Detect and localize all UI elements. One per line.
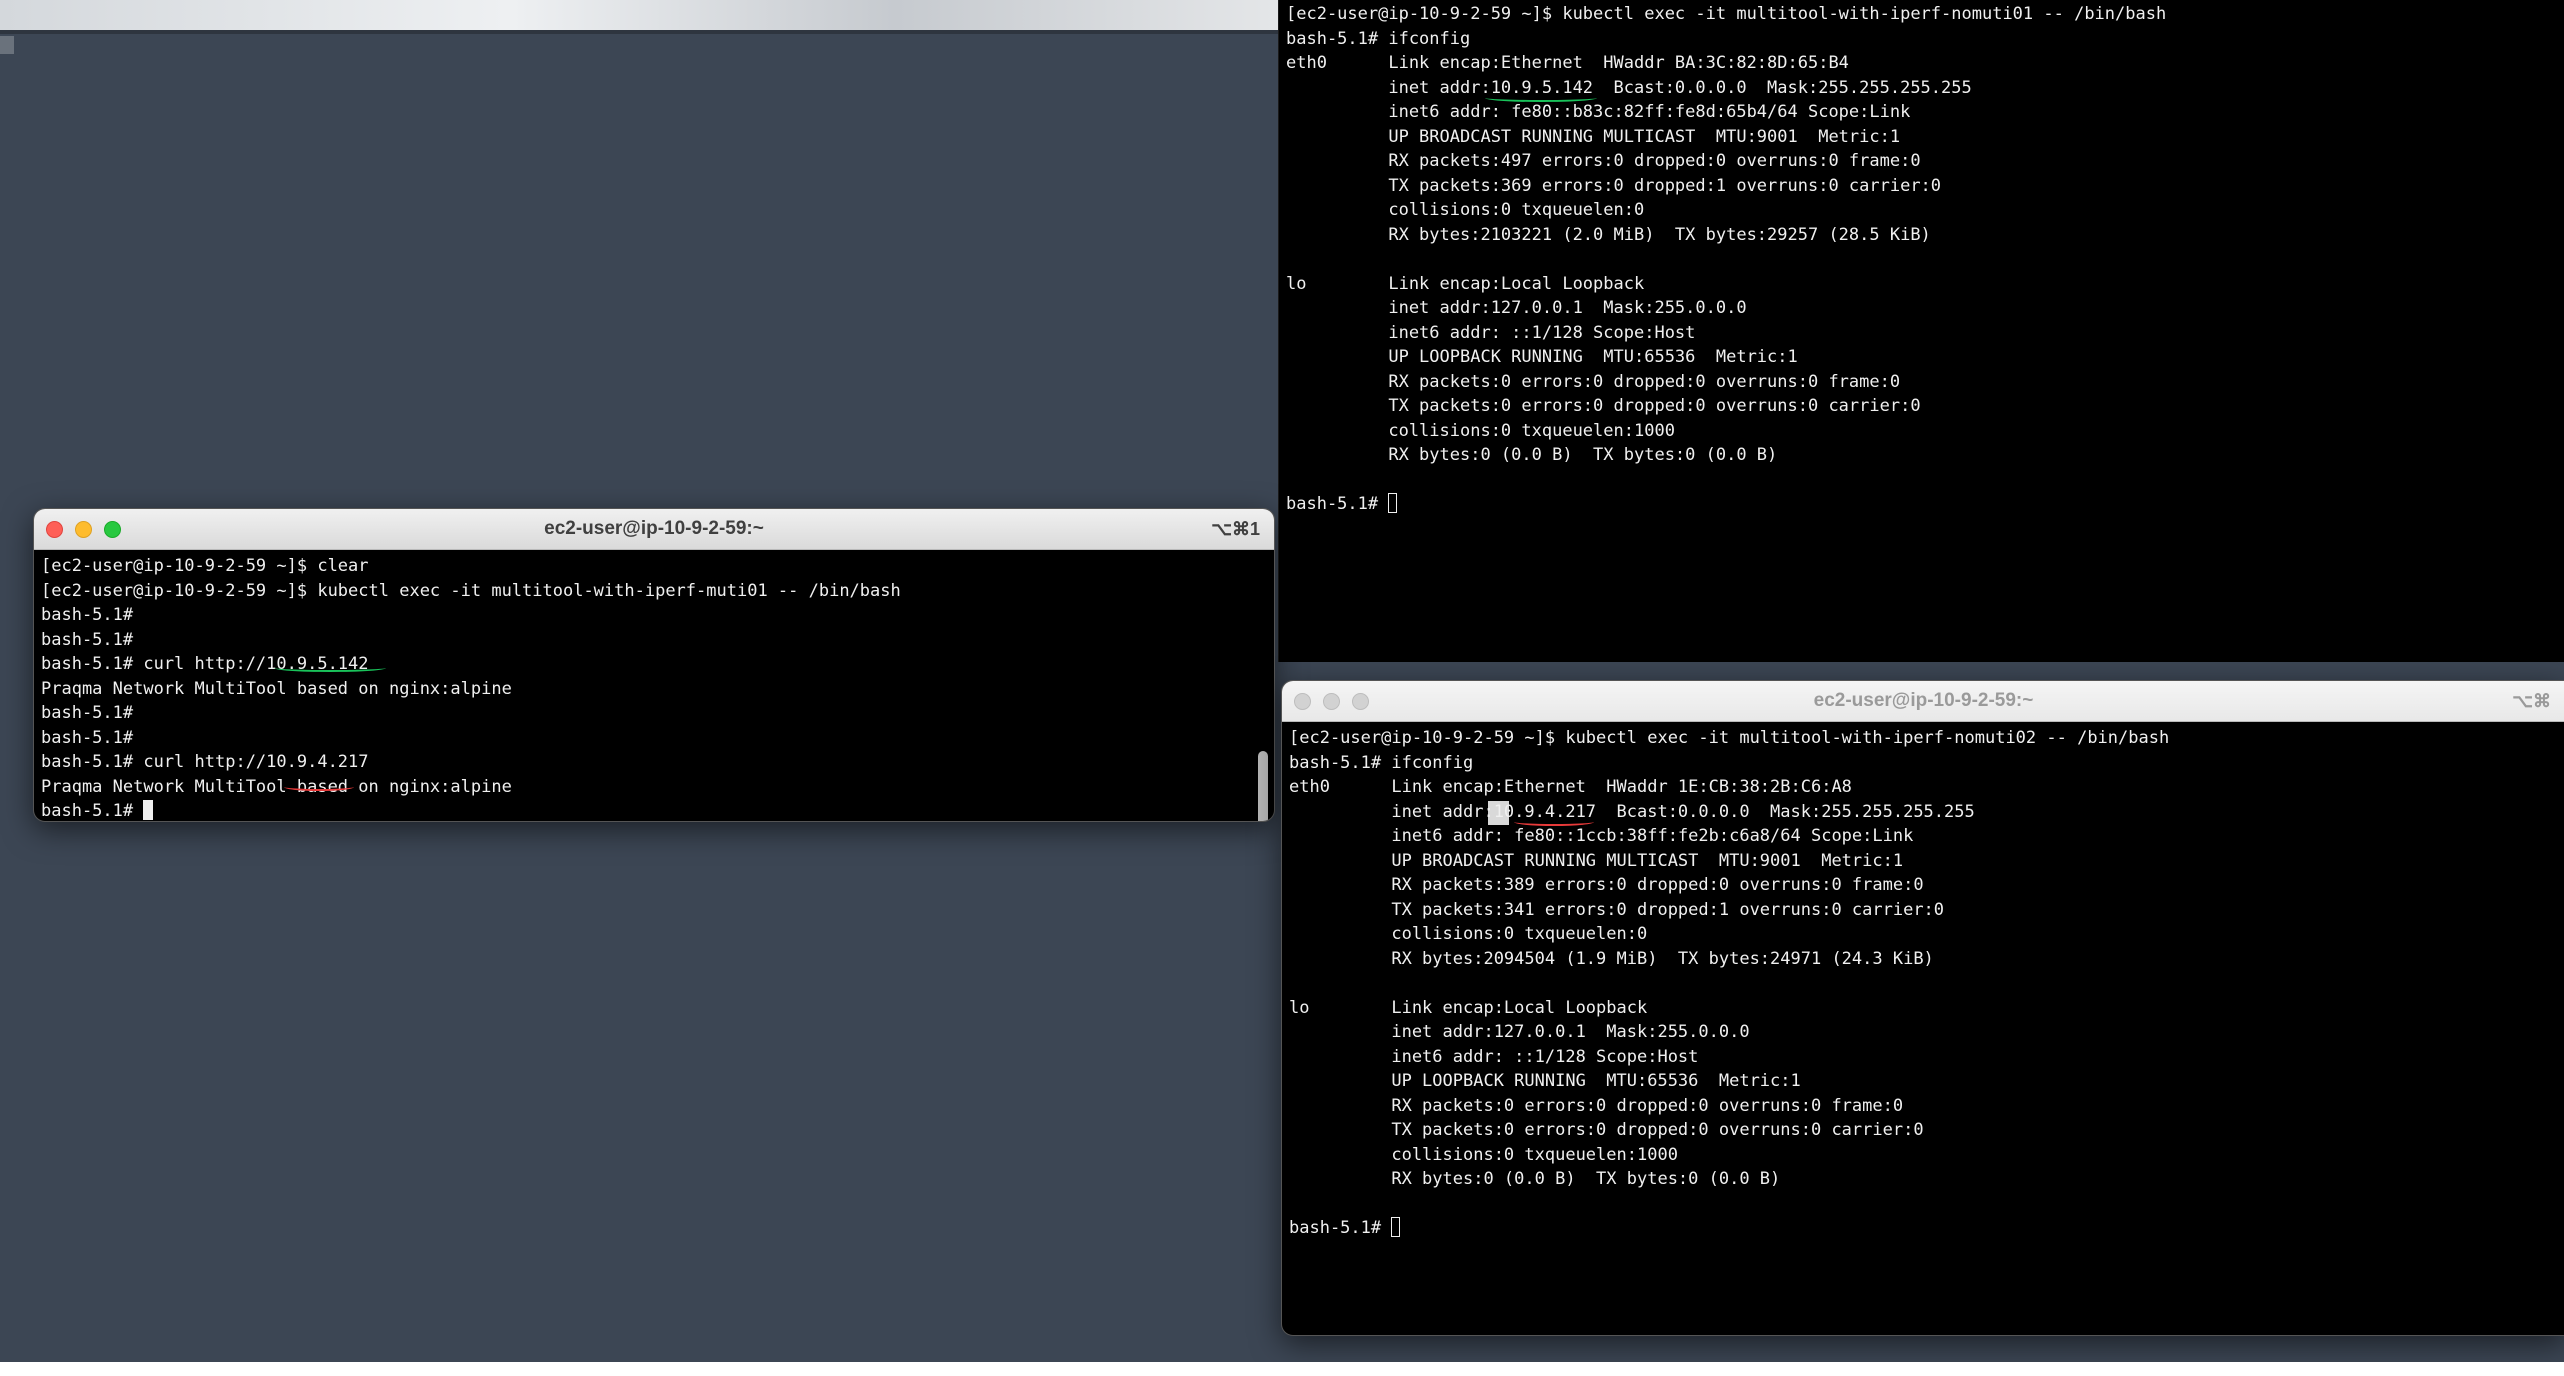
terminal-line: RX bytes:0 (0.0 B) TX bytes:0 (0.0 B) bbox=[1286, 445, 1778, 465]
terminal-line: RX packets:0 errors:0 dropped:0 overruns… bbox=[1289, 1095, 1904, 1116]
background-window-fragment bbox=[0, 36, 14, 54]
terminal-prompt-line[interactable]: bash-5.1# bbox=[1289, 1216, 2564, 1241]
terminal-line: UP BROADCAST RUNNING MULTICAST MTU:9001 … bbox=[1289, 850, 1904, 871]
terminal-line: collisions:0 txqueuelen:0 bbox=[1286, 200, 1655, 220]
window-title-bar[interactable]: ec2-user@ip-10-9-2-59:~ ⌥⌘1 bbox=[34, 509, 1274, 550]
terminal-line: bash-5.1# bbox=[41, 629, 144, 650]
terminal-line: UP LOOPBACK RUNNING MTU:65536 Metric:1 bbox=[1286, 347, 1798, 367]
terminal-window-top-right[interactable]: [ec2-user@ip-10-9-2-59 ~]$ kubectl exec … bbox=[1278, 0, 2564, 662]
text-cursor bbox=[1388, 493, 1398, 513]
desktop-bottom-edge bbox=[0, 1362, 2564, 1376]
terminal-line: inet6 addr: fe80::1ccb:38ff:fe2b:c6a8/64… bbox=[1289, 826, 1914, 846]
terminal-line: collisions:0 txqueuelen:1000 bbox=[1289, 1144, 1689, 1165]
terminal-line: collisions:0 txqueuelen:0 bbox=[1289, 924, 1658, 944]
terminal-line: RX bytes:0 (0.0 B) TX bytes:0 (0.0 B) bbox=[1289, 1169, 1781, 1189]
window-shortcut-badge: ⌥⌘1 bbox=[1211, 519, 1260, 539]
terminal-line: RX packets:389 errors:0 dropped:0 overru… bbox=[1289, 875, 1924, 895]
terminal-line: [ec2-user@ip-10-9-2-59 ~]$ kubectl exec … bbox=[1289, 728, 2170, 748]
terminal-line: inet addr:127.0.0.1 Mask:255.0.0.0 bbox=[1289, 1022, 1750, 1042]
red-underline-annotation bbox=[1514, 818, 1594, 826]
terminal-line: inet addr:127.0.0.1 Mask:255.0.0.0 bbox=[1286, 298, 1747, 318]
window-title: ec2-user@ip-10-9-2-59:~ bbox=[544, 518, 764, 539]
terminal-line: bash-5.1# ifconfig bbox=[1289, 752, 1474, 773]
shell-prompt: bash-5.1# bbox=[41, 801, 144, 821]
terminal-line: inet6 addr: ::1/128 Scope:Host bbox=[1286, 322, 1696, 343]
background-window-strip bbox=[0, 0, 1278, 30]
terminal-line: TX packets:341 errors:0 dropped:1 overru… bbox=[1289, 899, 1945, 920]
text-cursor bbox=[143, 800, 154, 820]
terminal-output[interactable]: [ec2-user@ip-10-9-2-59 ~]$ clear [ec2-use… bbox=[34, 550, 1274, 821]
red-underline-annotation bbox=[284, 783, 354, 791]
green-underline-annotation bbox=[274, 664, 386, 672]
terminal-line: bash-5.1# curl http://10.9.5.142 bbox=[41, 654, 369, 674]
terminal-line: inet6 addr: fe80::b83c:82ff:fe8d:65b4/64… bbox=[1286, 102, 1911, 122]
terminal-line: UP BROADCAST RUNNING MULTICAST MTU:9001 … bbox=[1286, 126, 1901, 147]
terminal-line: RX bytes:2094504 (1.9 MiB) TX bytes:2497… bbox=[1289, 948, 1934, 969]
window-shortcut-badge: ⌥⌘ bbox=[2512, 691, 2551, 711]
terminal-line: inet addr:10.9.4.217 Bcast:0.0.0.0 Mask:… bbox=[1289, 801, 1975, 822]
terminal-prompt-line[interactable]: bash-5.1# bbox=[41, 799, 1274, 821]
terminal-line: bash-5.1# ifconfig bbox=[1286, 28, 1471, 49]
terminal-line: RX packets:0 errors:0 dropped:0 overruns… bbox=[1286, 371, 1901, 392]
terminal-output[interactable]: [ec2-user@ip-10-9-2-59 ~]$ kubectl exec … bbox=[1282, 722, 2564, 1241]
terminal-line: [ec2-user@ip-10-9-2-59 ~]$ kubectl exec … bbox=[41, 580, 901, 601]
terminal-line: [ec2-user@ip-10-9-2-59 ~]$ clear bbox=[41, 556, 369, 576]
terminal-line: RX packets:497 errors:0 dropped:0 overru… bbox=[1286, 151, 1921, 171]
terminal-line: TX packets:0 errors:0 dropped:0 overruns… bbox=[1286, 396, 1921, 416]
terminal-line: TX packets:369 errors:0 dropped:1 overru… bbox=[1286, 175, 1942, 196]
terminal-line: Praqma Network MultiTool based on nginx:… bbox=[41, 776, 512, 797]
terminal-line: UP LOOPBACK RUNNING MTU:65536 Metric:1 bbox=[1289, 1071, 1801, 1091]
terminal-line: eth0 Link encap:Ethernet HWaddr BA:3C:82… bbox=[1286, 53, 1870, 73]
background-window-shadow bbox=[0, 30, 1278, 34]
terminal-scrollbar[interactable] bbox=[1256, 555, 1270, 821]
terminal-prompt-line[interactable]: bash-5.1# bbox=[1286, 492, 2564, 517]
terminal-line: inet addr:10.9.5.142 Bcast:0.0.0.0 Mask:… bbox=[1286, 77, 1972, 98]
terminal-line: inet6 addr: ::1/128 Scope:Host bbox=[1289, 1046, 1699, 1067]
terminal-line: collisions:0 txqueuelen:1000 bbox=[1286, 420, 1686, 441]
terminal-line: lo Link encap:Local Loopback bbox=[1286, 273, 1665, 294]
terminal-line: bash-5.1# curl http://10.9.4.217 bbox=[41, 752, 369, 772]
shell-prompt: bash-5.1# bbox=[1289, 1218, 1392, 1238]
terminal-line: bash-5.1# bbox=[41, 727, 144, 748]
terminal-line: [ec2-user@ip-10-9-2-59 ~]$ kubectl exec … bbox=[1286, 4, 2167, 24]
green-underline-annotation bbox=[1485, 94, 1597, 102]
terminal-line: RX bytes:2103221 (2.0 MiB) TX bytes:2925… bbox=[1286, 224, 1931, 245]
text-cursor bbox=[1391, 1217, 1401, 1237]
window-title: ec2-user@ip-10-9-2-59:~ bbox=[1813, 690, 2034, 711]
terminal-line: eth0 Link encap:Ethernet HWaddr 1E:CB:38… bbox=[1289, 777, 1873, 797]
window-title-bar[interactable]: ec2-user@ip-10-9-2-59:~ ⌥⌘ bbox=[1282, 681, 2564, 722]
terminal-output[interactable]: [ec2-user@ip-10-9-2-59 ~]$ kubectl exec … bbox=[1279, 0, 2564, 517]
terminal-window-bottom-right[interactable]: ec2-user@ip-10-9-2-59:~ ⌥⌘ [ec2-user@ip-… bbox=[1281, 680, 2564, 1336]
terminal-window-left[interactable]: ec2-user@ip-10-9-2-59:~ ⌥⌘1 [ec2-user@ip… bbox=[33, 508, 1275, 822]
terminal-line: bash-5.1# bbox=[41, 703, 144, 723]
scrollbar-thumb[interactable] bbox=[1258, 751, 1268, 821]
shell-prompt: bash-5.1# bbox=[1286, 494, 1389, 514]
terminal-line: bash-5.1# bbox=[41, 605, 144, 625]
terminal-line: lo Link encap:Local Loopback bbox=[1289, 997, 1668, 1018]
terminal-line: Praqma Network MultiTool based on nginx:… bbox=[41, 678, 512, 699]
terminal-line: TX packets:0 errors:0 dropped:0 overruns… bbox=[1289, 1120, 1924, 1140]
